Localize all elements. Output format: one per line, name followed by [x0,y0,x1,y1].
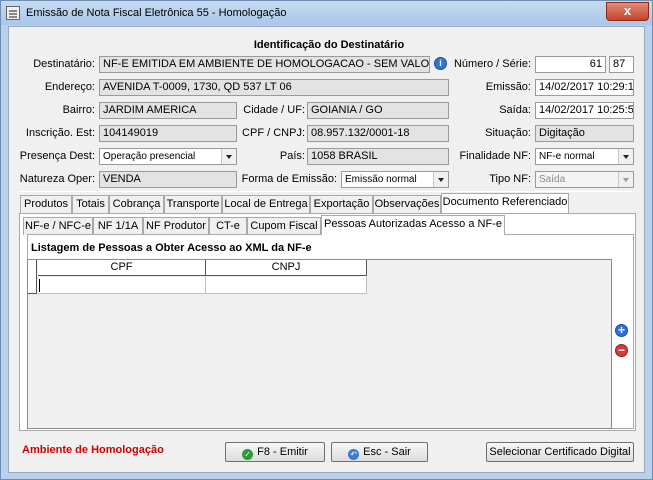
inscricao-label: Inscrição. Est: [25,127,95,139]
section-title: Identificação do Destinatário [253,39,405,51]
column-header-cnpj[interactable]: CNPJ [206,260,367,276]
situacao-field[interactable]: Digitação [535,125,634,142]
sair-button[interactable]: ↶ Esc - Sair [331,442,428,462]
app-icon [6,6,20,20]
tab-observacoes[interactable]: Observações [373,195,441,213]
saida-label: Saída: [499,104,531,116]
saida-field[interactable]: 14/02/2017 10:25:53 [535,102,634,119]
cell-cpf[interactable] [38,277,206,294]
check-icon: ✓ [242,449,254,460]
form-client-area: Identificação do Destinatário Destinatár… [8,26,645,473]
subtab-nf-1-1a[interactable]: NF 1/1A [93,217,143,235]
endereco-label: Endereço: [44,81,95,93]
tab-produtos[interactable]: Produtos [20,195,72,213]
subtab-cupom-fiscal[interactable]: Cupom Fiscal [247,217,321,235]
row-indicator[interactable] [28,260,37,294]
tab-transporte[interactable]: Transporte [164,195,222,213]
presenca-select[interactable]: Operação presencial [99,148,237,165]
chevron-down-icon [618,172,633,187]
persons-grid[interactable]: CPF CNPJ [27,259,612,429]
cell-cnpj[interactable] [206,277,367,294]
subtab-nfe-nfce[interactable]: NF-e / NFC-e [23,217,93,235]
certificado-button[interactable]: Selecionar Certificado Digital [486,442,634,462]
pais-field[interactable]: 1058 BRASIL [307,148,449,165]
info-icon[interactable]: i [434,57,447,70]
subtab-pessoas-autorizadas[interactable]: Pessoas Autorizadas Acesso a NF-e [321,215,505,235]
finalidade-label: Finalidade NF: [459,150,531,162]
natureza-label: Natureza Oper: [19,173,95,185]
tab-exportacao[interactable]: Exportação [310,195,373,213]
pais-label: País: [279,150,305,162]
cpf-cnpj-label: CPF / CNPJ: [242,127,305,139]
tab-local-entrega[interactable]: Local de Entrega [222,195,310,213]
endereco-field[interactable]: AVENIDA T-0009, 1730, QD 537 LT 06 [99,79,449,96]
ambiente-status: Ambiente de Homologação [22,444,164,456]
add-icon[interactable]: + [615,324,628,337]
emissao-field[interactable]: 14/02/2017 10:29:16 [535,79,634,96]
cpf-cnpj-field[interactable]: 08.957.132/0001-18 [307,125,449,142]
numero-field[interactable]: 61 [535,56,606,73]
sair-label: Esc - Sair [363,446,411,458]
emissao-label: Emissão: [485,81,531,93]
numero-serie-label: Número / Série: [453,58,531,70]
chevron-down-icon[interactable] [618,149,633,164]
subtab-cte[interactable]: CT-e [209,217,247,235]
app-window: Emissão de Nota Fiscal Eletrônica 55 - H… [0,0,653,480]
finalidade-select[interactable]: NF-e normal [535,148,634,165]
serie-field[interactable]: 87 [609,56,634,73]
finalidade-value: NF-e normal [539,151,595,162]
bairro-field[interactable]: JARDIM AMERICA [99,102,237,119]
text-caret [39,279,40,292]
chevron-down-icon[interactable] [221,149,236,164]
tipo-nf-select[interactable]: Saída [535,171,634,188]
window-title: Emissão de Nota Fiscal Eletrônica 55 - H… [26,7,287,19]
cidade-uf-field[interactable]: GOIANIA / GO [307,102,449,119]
divider [19,191,635,192]
tipo-nf-label: Tipo NF: [489,173,531,185]
close-button[interactable]: x [606,2,649,21]
natureza-field[interactable]: VENDA [99,171,237,188]
forma-emissao-select[interactable]: Emissão normal [341,171,449,188]
presenca-value: Operação presencial [103,151,196,162]
back-arrow-icon: ↶ [348,449,360,460]
presenca-label: Presença Dest: [19,150,95,162]
grid-title: Listagem de Pessoas a Obter Acesso ao XM… [31,242,312,254]
destinatario-field[interactable]: NF-E EMITIDA EM AMBIENTE DE HOMOLOGACAO … [99,56,430,73]
chevron-down-icon[interactable] [433,172,448,187]
emitir-button[interactable]: ✓ F8 - Emitir [225,442,325,462]
column-header-cpf[interactable]: CPF [38,260,206,276]
tab-cobranca[interactable]: Cobrança [109,195,164,213]
forma-emissao-value: Emissão normal [345,174,417,185]
bairro-label: Bairro: [62,104,95,116]
subtab-nf-produtor[interactable]: NF Produtor [143,217,209,235]
remove-icon[interactable]: − [615,344,628,357]
inscricao-field[interactable]: 104149019 [99,125,237,142]
tab-totais[interactable]: Totais [72,195,109,213]
destinatario-label: Destinatário: [33,58,95,70]
situacao-label: Situação: [485,127,531,139]
cidade-uf-label: Cidade / UF: [243,104,305,116]
forma-emissao-label: Forma de Emissão: [241,173,337,185]
title-bar[interactable]: Emissão de Nota Fiscal Eletrônica 55 - H… [1,1,652,25]
tipo-nf-value: Saída [539,174,566,185]
emitir-label: F8 - Emitir [257,446,308,458]
tab-documento-referenciado[interactable]: Documento Referenciado [441,193,569,213]
